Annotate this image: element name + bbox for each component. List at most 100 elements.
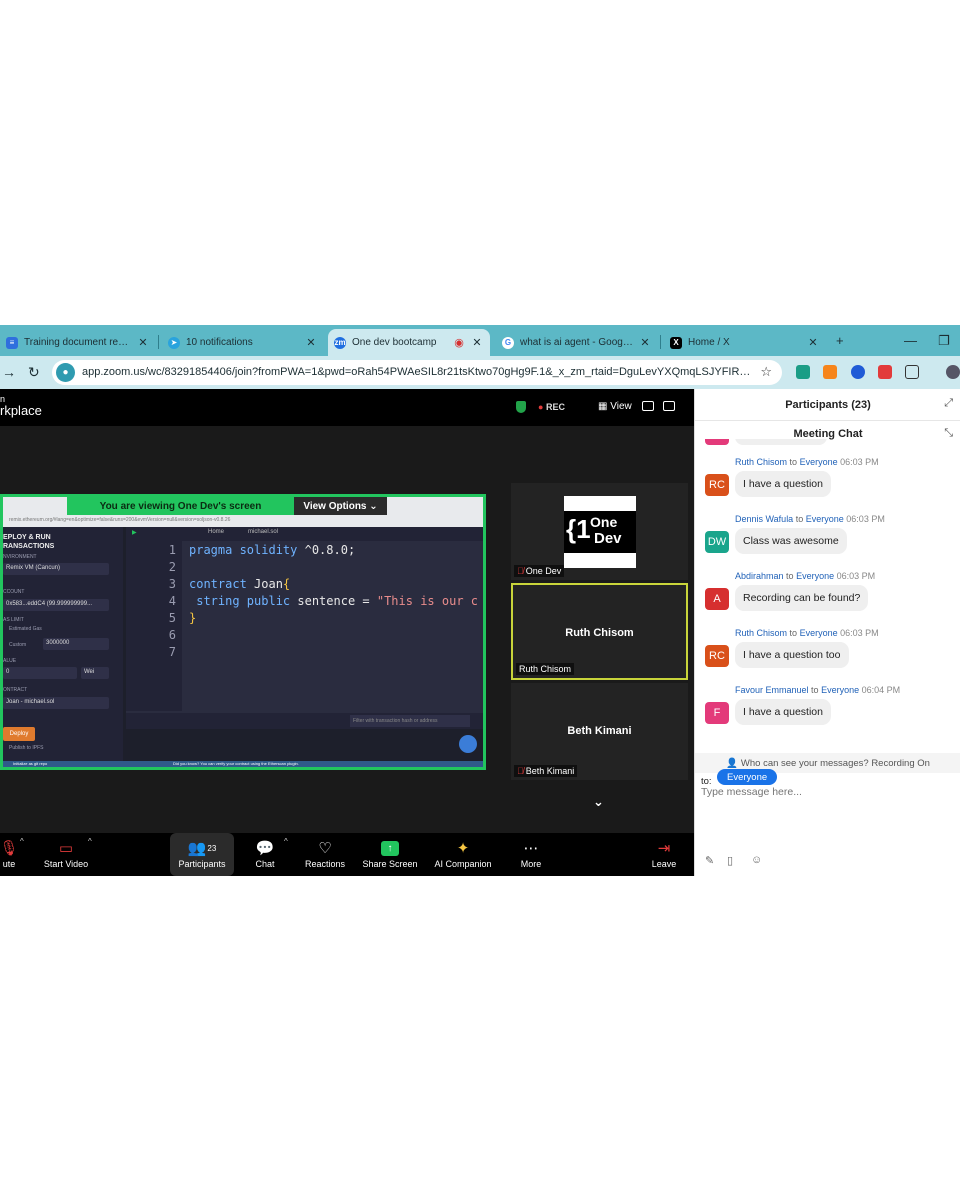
chat-message: Favour Emmanuel to Everyone 06:04 PM F I… (695, 685, 960, 742)
url-bar[interactable]: ● app.zoom.us/wc/83291854406/join?fromPW… (52, 360, 782, 385)
message-bubble: I have a question (735, 699, 831, 725)
encryption-shield-icon[interactable] (516, 401, 526, 413)
mute-button[interactable]: 🎙 ute (0, 833, 19, 876)
logo-mark-icon: {1 (566, 514, 591, 544)
video-tile-ruth-chisom[interactable]: Ruth Chisom Ruth Chisom (511, 583, 688, 680)
filter-input[interactable]: Filter with transaction hash or address (350, 715, 470, 727)
close-icon[interactable]: ✕ (136, 336, 150, 349)
tab-training-document[interactable]: ≡ Training document report (.) ✕ (0, 329, 156, 356)
caret-up-icon[interactable]: ^ (284, 837, 288, 846)
chat-button[interactable]: 💬 Chat (248, 833, 282, 876)
account-select[interactable]: 0x583...eddC4 (99.999999999... (3, 599, 109, 611)
format-icon[interactable]: ✎ (705, 854, 714, 867)
line-number: 6 (168, 628, 176, 642)
value-label: ALUE (3, 658, 17, 664)
profile-avatar[interactable] (946, 365, 960, 379)
x-logo-icon: X (670, 336, 682, 349)
close-icon[interactable]: ✕ (470, 336, 484, 349)
forward-icon[interactable]: → (2, 364, 16, 380)
share-screen-button[interactable]: ↑ Share Screen (362, 833, 418, 876)
zoom-icon: zm (334, 336, 346, 349)
rec-dot-icon: ● (538, 402, 544, 412)
leave-door-icon: ⇥ (657, 840, 671, 857)
leave-button[interactable]: ⇥ Leave (648, 833, 680, 876)
unit-select[interactable]: Wei (81, 667, 109, 679)
assistant-bot-icon[interactable] (459, 735, 477, 753)
shared-screen[interactable]: You are viewing One Dev's screen View Op… (0, 494, 486, 770)
url-text[interactable]: app.zoom.us/wc/83291854406/join?fromPWA=… (82, 366, 752, 378)
close-icon[interactable]: ✕ (806, 336, 820, 349)
value-input[interactable]: 0 (3, 667, 77, 679)
reload-icon[interactable]: ↻ (28, 364, 40, 381)
reactions-button[interactable]: ♡ Reactions (302, 833, 348, 876)
close-icon[interactable]: ✕ (638, 336, 652, 349)
bookmark-star-icon[interactable]: ☆ (760, 364, 772, 380)
avatar: RC (705, 645, 729, 667)
view-button[interactable]: ▦ View (598, 401, 632, 412)
message-bubble: I have a question too (735, 642, 849, 668)
caret-up-icon[interactable]: ^ (88, 837, 92, 846)
gas-custom[interactable]: Custom (9, 642, 26, 648)
recipient-select[interactable]: Everyone (717, 769, 778, 785)
tab-google-search[interactable]: G what is ai agent - Google Se ✕ (496, 329, 658, 356)
chat-message: Ruth Chisom to Everyone 06:03 PM RC I ha… (695, 628, 960, 685)
heart-icon: ♡ (318, 840, 332, 857)
minimize-icon[interactable]: — (904, 333, 917, 348)
chevron-down-icon[interactable]: ⌄ (593, 794, 604, 810)
code-line: pragma solidity ^0.8.0; (189, 543, 356, 557)
start-video-button[interactable]: ▭ Start Video (38, 833, 94, 876)
file-icon[interactable]: ▯ (727, 854, 733, 867)
chat-message-input[interactable] (701, 786, 951, 798)
gas-input[interactable]: 3000000 (43, 638, 109, 650)
extension-icon[interactable] (878, 365, 892, 379)
zoom-top-bar: n rkplace ● REC ▦ View (0, 389, 694, 426)
avatar: RC (705, 474, 729, 496)
caret-up-icon[interactable]: ^ (20, 837, 24, 846)
contract-select[interactable]: Joan - michael.sol (3, 697, 109, 709)
view-options-button[interactable]: View Options ⌄ (294, 497, 387, 515)
metamask-icon[interactable] (823, 365, 837, 379)
new-tab-icon[interactable]: + (836, 333, 844, 348)
gas-estimated[interactable]: Estimated Gas (9, 626, 42, 632)
extension-icon[interactable] (851, 365, 865, 379)
extensions-puzzle-icon[interactable] (905, 365, 919, 379)
close-icon[interactable]: ✕ (304, 336, 318, 349)
tab-notifications[interactable]: ➤ 10 notifications ✕ (162, 329, 324, 356)
gas-label: AS LIMIT (3, 617, 24, 623)
share-arrow-icon: ↑ (362, 837, 418, 859)
tab-home[interactable]: Home (208, 529, 224, 535)
message-meta: Dennis Wafula to Everyone 06:03 PM (735, 514, 885, 524)
fullscreen-icon[interactable] (663, 401, 675, 411)
more-button[interactable]: ⋯ More (515, 833, 547, 876)
line-number: 4 (168, 594, 176, 608)
chat-message: Abdirahman to Everyone 06:03 PM A Record… (695, 571, 960, 628)
run-icon[interactable]: ▶ (132, 529, 137, 536)
participants-button[interactable]: 👥 23 Participants (170, 833, 234, 876)
grid-icon: ▦ (598, 401, 608, 412)
video-tile-beth-kimani[interactable]: Beth Kimani 🎙̸ Beth Kimani (511, 683, 688, 780)
avatar: A (705, 588, 729, 610)
publish-checkbox[interactable]: Publish to IPFS (9, 745, 43, 751)
emoji-icon[interactable]: ☺ (751, 854, 762, 866)
extension-icon[interactable] (796, 365, 810, 379)
docs-icon: ≡ (6, 336, 18, 349)
environment-select[interactable]: Remix VM (Cancun) (3, 563, 109, 575)
message-meta: Abdirahman to Everyone 06:03 PM (735, 571, 876, 581)
pip-icon[interactable] (642, 401, 654, 411)
popout-icon[interactable]: ⤢ (944, 397, 953, 410)
deploy-button[interactable]: Deploy (3, 727, 35, 741)
contract-label: ONTRACT (3, 687, 28, 693)
more-dots-icon: ⋯ (523, 840, 539, 857)
message-meta: Ruth Chisom to Everyone 06:03 PM (735, 628, 879, 638)
tab-one-dev-bootcamp[interactable]: zm One dev bootcamp ◉ ✕ (328, 329, 490, 356)
line-number: 7 (168, 645, 176, 659)
ai-companion-button[interactable]: ✦ AI Companion (432, 833, 494, 876)
terminal-bar: Filter with transaction hash or address (126, 713, 483, 729)
code-editor[interactable]: ▶ Home michael.sol 1 2 3 4 5 6 7 pragma … (126, 527, 483, 713)
participant-center-name: Beth Kimani (567, 725, 632, 737)
restore-icon[interactable]: ❐ (938, 333, 950, 349)
video-tile-one-dev[interactable]: {1 One Dev 🎙̸ One Dev (511, 483, 688, 580)
tab-michael-sol[interactable]: michael.sol (248, 529, 278, 535)
tab-x-home[interactable]: X Home / X ✕ (664, 329, 826, 356)
site-info-icon[interactable]: ● (56, 363, 75, 382)
